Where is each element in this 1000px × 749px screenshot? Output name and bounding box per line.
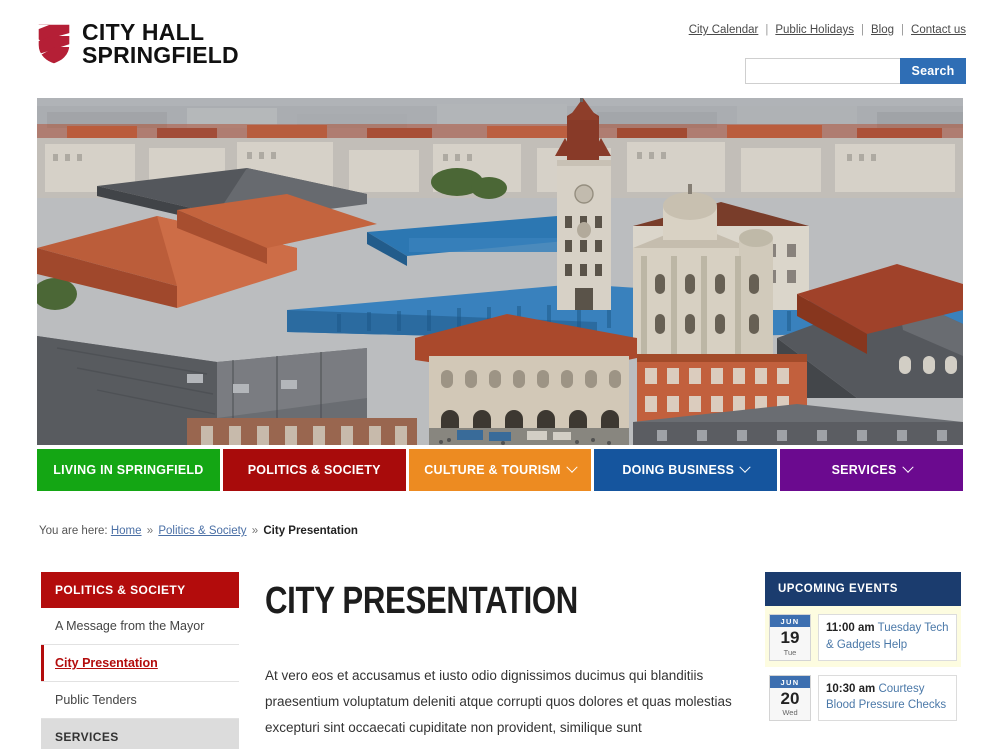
breadcrumb-current: City Presentation (263, 525, 358, 537)
page-title: CITY PRESENTATION (265, 582, 650, 620)
page-body-paragraph: At vero eos et accusamus et iusto odio d… (265, 663, 735, 741)
hero-image (37, 98, 963, 445)
upcoming-events-panel: UPCOMING EVENTS JUN 19 Tue 11:00 am Tues… (765, 572, 961, 727)
chevron-down-icon (902, 462, 913, 473)
nav-label: DOING BUSINESS (622, 463, 734, 477)
chevron-down-icon (566, 462, 577, 473)
event-date-badge: JUN 19 Tue (769, 614, 811, 661)
search-input[interactable] (745, 58, 900, 84)
event-time: 11:00 am (826, 622, 875, 634)
shield-icon (37, 23, 71, 65)
sidebar-navigation: POLITICS & SOCIETY A Message from the Ma… (41, 572, 239, 749)
event-month: JUN (770, 615, 810, 627)
search-form: Search (745, 58, 966, 84)
nav-label: SERVICES (832, 463, 897, 477)
event-list-item[interactable]: JUN 20 Wed 10:30 am Courtesy Blood Press… (765, 667, 961, 728)
page-root: CITY HALL SPRINGFIELD City Calendar | Pu… (0, 0, 1000, 749)
breadcrumb-separator: » (147, 525, 153, 537)
site-header: CITY HALL SPRINGFIELD City Calendar | Pu… (0, 0, 1000, 98)
sidebar-section-title: POLITICS & SOCIETY (41, 572, 239, 608)
sidebar-item-city-presentation[interactable]: City Presentation (41, 645, 239, 682)
event-details: 11:00 am Tuesday Tech & Gadgets Help (818, 614, 957, 661)
site-logo[interactable]: CITY HALL SPRINGFIELD (37, 21, 239, 66)
nav-label: CULTURE & TOURISM (424, 463, 560, 477)
nav-item-living-in-springfield[interactable]: LIVING IN SPRINGFIELD (37, 449, 220, 491)
event-month: JUN (770, 676, 810, 688)
upcoming-events-title: UPCOMING EVENTS (765, 572, 961, 606)
top-link-blog[interactable]: Blog (871, 24, 894, 36)
event-time: 10:30 am (826, 683, 875, 695)
chevron-down-icon (740, 462, 751, 473)
breadcrumb-prefix: You are here: (39, 525, 108, 537)
breadcrumb-link-home[interactable]: Home (111, 525, 142, 537)
top-link-city-calendar[interactable]: City Calendar (689, 24, 759, 36)
sidebar-item-a-message-from-the-mayor[interactable]: A Message from the Mayor (41, 608, 239, 645)
top-link-public-holidays[interactable]: Public Holidays (775, 24, 854, 36)
nav-item-politics-and-society[interactable]: POLITICS & SOCIETY (223, 449, 406, 491)
event-day: 20 (770, 688, 810, 709)
brand-line-2: SPRINGFIELD (82, 44, 239, 67)
sidebar-section-title-services[interactable]: SERVICES (41, 719, 239, 749)
top-link-separator: | (765, 24, 768, 36)
brand-text: CITY HALL SPRINGFIELD (82, 21, 239, 66)
top-link-contact-us[interactable]: Contact us (911, 24, 966, 36)
nav-item-doing-business[interactable]: DOING BUSINESS (594, 449, 777, 491)
sidebar-item-label: City Presentation (55, 656, 158, 670)
main-navigation: LIVING IN SPRINGFIELD POLITICS & SOCIETY… (37, 449, 963, 491)
top-utility-links: City Calendar | Public Holidays | Blog |… (689, 24, 966, 36)
nav-item-services[interactable]: SERVICES (780, 449, 963, 491)
top-link-separator: | (861, 24, 864, 36)
sidebar-item-public-tenders[interactable]: Public Tenders (41, 682, 239, 719)
event-weekday: Tue (770, 648, 810, 660)
nav-label: POLITICS & SOCIETY (248, 463, 381, 477)
content-area: POLITICS & SOCIETY A Message from the Ma… (0, 572, 1000, 749)
sidebar-item-label: Public Tenders (55, 693, 137, 707)
main-column: CITY PRESENTATION At vero eos et accusam… (265, 572, 735, 749)
event-details: 10:30 am Courtesy Blood Pressure Checks (818, 675, 957, 722)
brand-line-1: CITY HALL (82, 21, 239, 44)
top-link-separator: | (901, 24, 904, 36)
event-list-item[interactable]: JUN 19 Tue 11:00 am Tuesday Tech & Gadge… (765, 606, 961, 667)
nav-label: LIVING IN SPRINGFIELD (53, 463, 203, 477)
nav-item-culture-and-tourism[interactable]: CULTURE & TOURISM (409, 449, 592, 491)
search-button[interactable]: Search (900, 58, 966, 84)
event-day: 19 (770, 627, 810, 648)
event-date-badge: JUN 20 Wed (769, 675, 811, 722)
breadcrumb-separator: » (252, 525, 258, 537)
breadcrumb-link-politics-and-society[interactable]: Politics & Society (158, 525, 246, 537)
breadcrumb: You are here: Home » Politics & Society … (39, 525, 358, 537)
sidebar-item-label: A Message from the Mayor (55, 619, 204, 633)
event-weekday: Wed (770, 708, 810, 720)
